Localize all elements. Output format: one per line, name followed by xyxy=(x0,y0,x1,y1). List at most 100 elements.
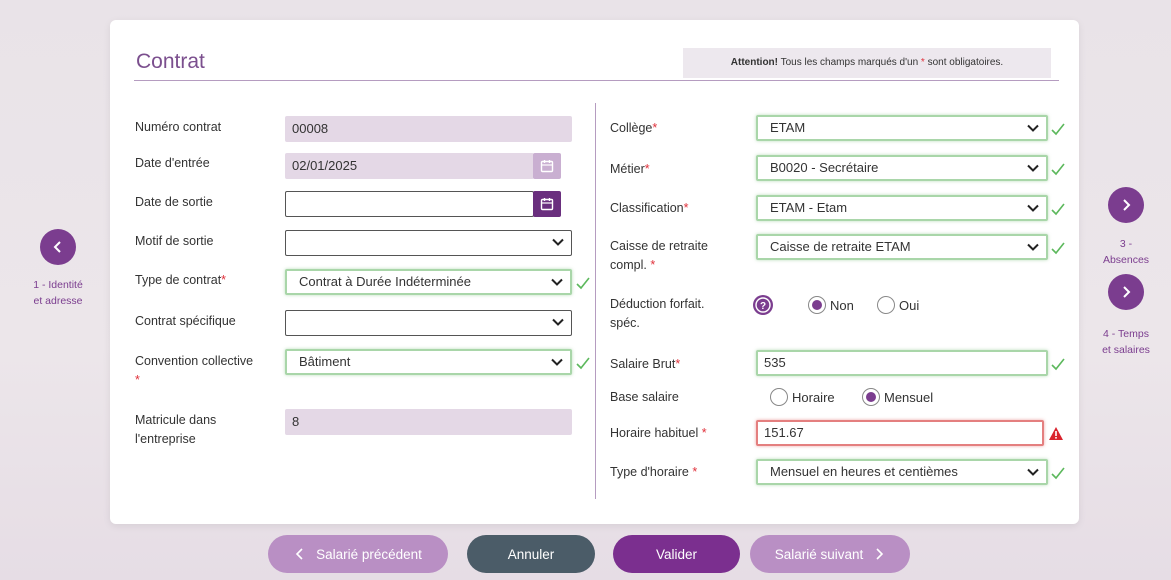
next-step-absences-label[interactable]: 3 - Absences xyxy=(1086,236,1166,268)
numero-contrat-field: 00008 xyxy=(285,116,572,142)
chevron-down-icon xyxy=(552,238,564,246)
prev-employee-label: Salarié précédent xyxy=(316,546,422,562)
next-step-temps-label[interactable]: 4 - Temps et salaires xyxy=(1086,326,1166,358)
title-divider xyxy=(134,80,1059,81)
date-entree-label: Date d'entrée xyxy=(135,156,210,170)
check-icon xyxy=(576,357,590,370)
type-contrat-select[interactable]: Contrat à Durée Indéterminée xyxy=(285,269,572,295)
chevron-left-icon xyxy=(53,241,61,253)
date-sortie-label: Date de sortie xyxy=(135,195,213,209)
next-step-temps-button[interactable] xyxy=(1108,274,1144,310)
check-icon xyxy=(1051,123,1065,136)
numero-contrat-label: Numéro contrat xyxy=(135,120,222,134)
radio-selected[interactable] xyxy=(862,388,880,406)
contract-form-card: Contrat Attention! Tous les champs marqu… xyxy=(110,20,1079,524)
horaire-habituel-label: Horaire habituel * xyxy=(610,426,707,440)
classification-label: Classification* xyxy=(610,201,689,215)
radio-unselected[interactable] xyxy=(770,388,788,406)
type-horaire-value: Mensuel en heures et centièmes xyxy=(770,464,958,479)
date-entree-field[interactable]: 02/01/2025 xyxy=(285,153,534,179)
check-icon xyxy=(576,277,590,290)
date-sortie-input[interactable] xyxy=(285,191,534,217)
deduction-yes-label: Oui xyxy=(899,297,920,313)
type-contrat-value: Contrat à Durée Indéterminée xyxy=(299,274,471,289)
calendar-icon[interactable] xyxy=(533,153,561,179)
chevron-down-icon xyxy=(551,278,563,286)
horaire-label: Horaire xyxy=(792,389,835,405)
deduction-label: Déduction forfait. spéc. xyxy=(610,297,705,330)
cancel-label: Annuler xyxy=(507,546,555,562)
prev-step-label[interactable]: 1 - Identité et adresse xyxy=(18,277,98,309)
chevron-left-icon xyxy=(295,548,303,560)
radio-unselected[interactable] xyxy=(877,296,895,314)
contrat-specifique-label: Contrat spécifique xyxy=(135,314,236,328)
chevron-down-icon xyxy=(1027,204,1039,212)
chevron-down-icon xyxy=(1027,164,1039,172)
prev-employee-button[interactable]: Salarié précédent xyxy=(268,535,448,573)
next-employee-label: Salarié suivant xyxy=(774,546,864,562)
motif-sortie-select[interactable] xyxy=(285,230,572,256)
base-salaire-radio-horaire[interactable]: Horaire xyxy=(770,388,835,406)
chevron-down-icon xyxy=(552,318,564,326)
check-icon xyxy=(1051,242,1065,255)
metier-select[interactable]: B0020 - Secrétaire xyxy=(756,155,1048,181)
validate-button[interactable]: Valider xyxy=(613,535,740,573)
calendar-icon[interactable] xyxy=(533,191,561,217)
warning-icon xyxy=(1049,427,1063,440)
prev-step-button[interactable] xyxy=(40,229,76,265)
svg-text:?: ? xyxy=(760,301,766,312)
deduction-no-label: Non xyxy=(830,297,854,313)
deduction-radio-yes[interactable]: Oui xyxy=(877,296,919,314)
check-icon xyxy=(1051,203,1065,216)
check-icon xyxy=(1051,358,1065,371)
caisse-label: Caisse de retraite compl. * xyxy=(610,239,708,272)
chevron-right-icon xyxy=(1123,286,1131,298)
chevron-down-icon xyxy=(1027,243,1039,251)
horaire-habituel-input[interactable]: 151.67 xyxy=(756,420,1044,446)
convention-label: Convention collective * xyxy=(135,354,254,387)
attention-strong: Attention! xyxy=(730,57,778,68)
caisse-value: Caisse de retraite ETAM xyxy=(770,239,911,254)
check-icon xyxy=(1051,467,1065,480)
convention-select[interactable]: Bâtiment xyxy=(285,349,572,375)
chevron-down-icon xyxy=(1027,468,1039,476)
attention-text-after: sont obligatoires. xyxy=(924,57,1004,68)
matricule-label: Matricule dans l'entreprise xyxy=(135,413,217,446)
deduction-radio-no[interactable]: Non xyxy=(808,296,854,314)
chevron-down-icon xyxy=(551,358,563,366)
chevron-right-icon xyxy=(1123,199,1131,211)
type-horaire-select[interactable]: Mensuel en heures et centièmes xyxy=(756,459,1048,485)
column-divider xyxy=(595,103,596,499)
help-icon[interactable]: ? xyxy=(752,294,774,316)
validate-label: Valider xyxy=(655,546,698,562)
chevron-down-icon xyxy=(1027,124,1039,132)
next-employee-button[interactable]: Salarié suivant xyxy=(750,535,910,573)
type-contrat-label: Type de contrat* xyxy=(135,273,227,287)
classification-value: ETAM - Etam xyxy=(770,200,848,215)
type-horaire-label: Type d'horaire * xyxy=(610,465,698,479)
chevron-right-icon xyxy=(876,548,884,560)
required-fields-notice: Attention! Tous les champs marqués d'un … xyxy=(683,48,1051,78)
contrat-specifique-select[interactable] xyxy=(285,310,572,336)
next-step-absences-button[interactable] xyxy=(1108,187,1144,223)
page-title: Contrat xyxy=(136,50,205,73)
motif-sortie-label: Motif de sortie xyxy=(135,234,214,248)
matricule-field: 8 xyxy=(285,409,572,435)
attention-text-before: Tous les champs marqués d'un xyxy=(778,57,921,68)
college-select[interactable]: ETAM xyxy=(756,115,1048,141)
caisse-select[interactable]: Caisse de retraite ETAM xyxy=(756,234,1048,260)
college-label: Collège* xyxy=(610,121,658,135)
convention-value: Bâtiment xyxy=(299,354,351,369)
classification-select[interactable]: ETAM - Etam xyxy=(756,195,1048,221)
check-icon xyxy=(1051,163,1065,176)
mensuel-label: Mensuel xyxy=(884,389,934,405)
college-value: ETAM xyxy=(770,120,806,135)
radio-selected[interactable] xyxy=(808,296,826,314)
salaire-brut-label: Salaire Brut* xyxy=(610,357,681,371)
salaire-brut-input[interactable]: 535 xyxy=(756,350,1048,376)
metier-value: B0020 - Secrétaire xyxy=(770,160,879,175)
base-salaire-radio-mensuel[interactable]: Mensuel xyxy=(862,388,933,406)
cancel-button[interactable]: Annuler xyxy=(467,535,595,573)
metier-label: Métier* xyxy=(610,162,650,176)
base-salaire-label: Base salaire xyxy=(610,390,679,404)
